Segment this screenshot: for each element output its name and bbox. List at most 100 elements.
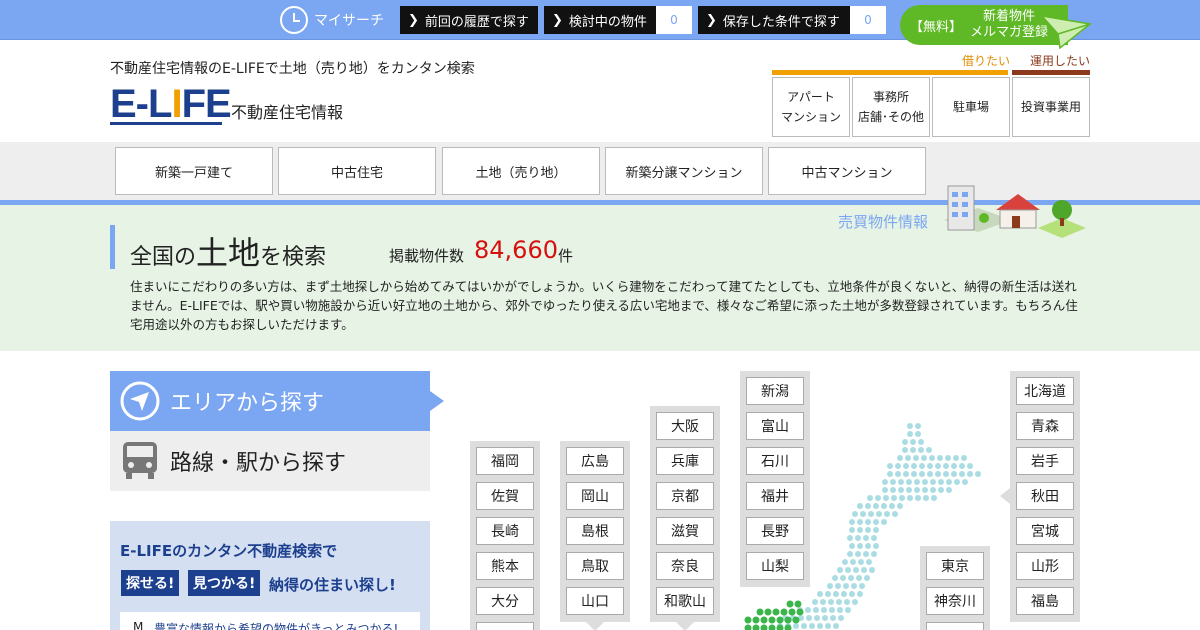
pref-hokkaido[interactable]: 北海道 — [1016, 377, 1074, 405]
map-dot — [938, 479, 944, 485]
pref-miyagi[interactable]: 宮城 — [1016, 517, 1074, 545]
page-title: 全国の土地を検索 — [130, 228, 326, 274]
category-parking[interactable]: 駐車場 — [932, 77, 1010, 137]
category-apartment[interactable]: アパート マンション — [772, 77, 850, 137]
tab-used-house[interactable]: 中古住宅 — [278, 147, 436, 195]
tab-land[interactable]: 土地（売り地） — [442, 147, 600, 195]
pref-yamaguchi[interactable]: 山口 — [566, 587, 624, 615]
map-dot — [863, 551, 869, 557]
pref-nara[interactable]: 奈良 — [656, 552, 714, 580]
map-dot — [895, 471, 901, 477]
map-dot — [838, 615, 844, 621]
map-dot — [914, 487, 920, 493]
map-dot — [853, 567, 859, 573]
map-dot — [959, 471, 965, 477]
history-label: 前回の履歴で探す — [424, 14, 529, 30]
map-dot — [852, 599, 858, 605]
considering-button[interactable]: ❯ 検討中の物件 — [544, 6, 656, 34]
tab-new-mansion[interactable]: 新築分譲マンション — [605, 147, 763, 195]
pref-aomori[interactable]: 青森 — [1016, 412, 1074, 440]
pref-kyoto[interactable]: 京都 — [656, 482, 714, 510]
map-dot — [852, 511, 858, 517]
pref-miyazaki[interactable] — [476, 622, 534, 630]
elife-logo[interactable]: E-LIFE — [110, 82, 232, 126]
map-dot — [825, 623, 831, 629]
pref-hyogo[interactable]: 兵庫 — [656, 447, 714, 475]
pref-oita[interactable]: 大分 — [476, 587, 534, 615]
pref-yamagata[interactable]: 山形 — [1016, 552, 1074, 580]
map-dot — [868, 511, 874, 517]
pref-niigata[interactable]: 新潟 — [746, 377, 804, 405]
map-dot — [946, 479, 952, 485]
count-unit: 件 — [558, 247, 574, 265]
pref-fukuoka[interactable]: 福岡 — [476, 447, 534, 475]
map-dot — [938, 487, 944, 493]
history-button[interactable]: ❯ 前回の履歴で探す — [400, 6, 538, 34]
map-dot — [905, 455, 911, 461]
rent-label: 借りたい — [962, 54, 1011, 68]
map-dot — [890, 479, 896, 485]
mailmag-line2: メルマガ登録 — [970, 25, 1049, 40]
logo-text-i: I — [171, 82, 182, 126]
count-label: 掲載物件数 — [389, 247, 465, 265]
title-post: を検索 — [260, 245, 327, 270]
invest-bar — [1012, 70, 1090, 75]
pref-kumamoto[interactable]: 熊本 — [476, 552, 534, 580]
pref-akita[interactable]: 秋田 — [1016, 482, 1074, 510]
pref-hiroshima[interactable]: 広島 — [566, 447, 624, 475]
map-dot — [861, 567, 867, 573]
category-office[interactable]: 事務所 店舗･その他 — [852, 77, 930, 137]
pref-osaka[interactable]: 大阪 — [656, 412, 714, 440]
pref-chiba[interactable] — [926, 622, 984, 630]
map-dot — [812, 599, 818, 605]
map-dot — [892, 511, 898, 517]
tab-station-search[interactable]: 路線・駅から探す — [110, 431, 430, 491]
saved-conditions-button[interactable]: ❯ 保存した条件で探す — [698, 6, 850, 34]
map-dot — [821, 607, 827, 613]
compass-icon — [120, 381, 160, 421]
map-dot-highlight — [760, 616, 768, 624]
map-dot — [930, 479, 936, 485]
map-dot — [813, 607, 819, 613]
map-dot — [935, 471, 941, 477]
map-dot — [895, 463, 901, 469]
category-investment[interactable]: 投資事業用 — [1012, 77, 1090, 137]
pref-tokyo[interactable]: 東京 — [926, 552, 984, 580]
map-dot — [833, 591, 839, 597]
pref-saga[interactable]: 佐賀 — [476, 482, 534, 510]
map-dot-highlight — [752, 624, 760, 630]
map-dot — [926, 447, 932, 453]
map-dot — [829, 607, 835, 613]
map-dot — [887, 463, 893, 469]
map-dot — [857, 591, 863, 597]
map-dot — [951, 471, 957, 477]
pref-tottori[interactable]: 鳥取 — [566, 552, 624, 580]
chevron-right-icon: ❯ — [552, 12, 563, 28]
pref-okayama[interactable]: 岡山 — [566, 482, 624, 510]
pref-nagasaki[interactable]: 長崎 — [476, 517, 534, 545]
my-search[interactable]: マイサーチ — [280, 5, 384, 35]
map-dot — [857, 543, 863, 549]
pref-shimane[interactable]: 島根 — [566, 517, 624, 545]
map-dot-highlight — [768, 624, 776, 630]
chevron-right-icon: ❯ — [706, 12, 717, 28]
tab-used-mansion[interactable]: 中古マンション — [768, 147, 926, 195]
map-dot — [849, 591, 855, 597]
map-dot — [959, 463, 965, 469]
map-dot — [907, 423, 913, 429]
pref-iwate[interactable]: 岩手 — [1016, 447, 1074, 475]
map-dot-highlight — [792, 616, 800, 624]
map-dot — [946, 487, 952, 493]
map-dot — [918, 439, 924, 445]
pref-wakayama[interactable]: 和歌山 — [656, 587, 714, 615]
map-dot — [849, 519, 855, 525]
map-dot — [915, 423, 921, 429]
map-dot — [921, 455, 927, 461]
pref-kanagawa[interactable]: 神奈川 — [926, 587, 984, 615]
pref-fukushima[interactable]: 福島 — [1016, 587, 1074, 615]
tab-new-house[interactable]: 新築一戸建て — [115, 147, 273, 195]
listing-count: 84,660 — [474, 236, 558, 264]
pref-shiga[interactable]: 滋賀 — [656, 517, 714, 545]
map-dot — [873, 527, 879, 533]
map-dot — [873, 543, 879, 549]
